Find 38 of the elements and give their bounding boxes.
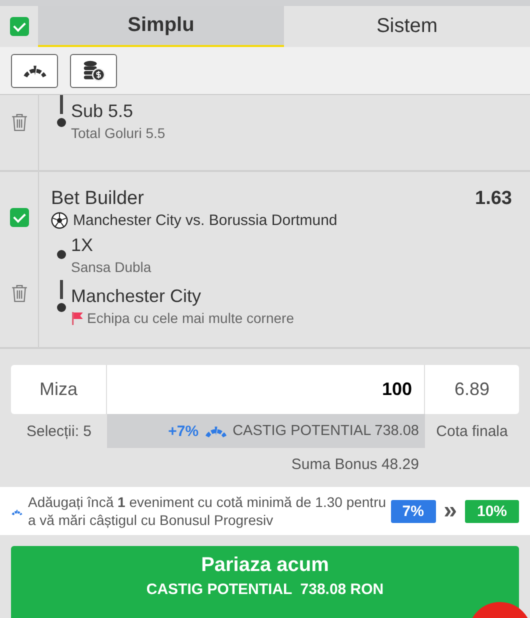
boost-percent: +7% <box>168 422 199 440</box>
potential-win: CASTIG POTENTIAL 738.08 <box>232 423 419 439</box>
selections-count: Selecții: 5 <box>26 422 92 440</box>
gauge-icon <box>22 63 46 78</box>
bet-builder-title: Bet Builder <box>51 188 144 210</box>
next-bonus-badge: 10% <box>465 500 519 522</box>
bonus-amount: Suma Bonus 48.29 <box>291 456 419 473</box>
flag-icon <box>71 310 84 326</box>
market-name: Sansa Dubla <box>71 258 152 277</box>
tab[interactable]: Simplu <box>38 6 284 47</box>
timeline-dot <box>56 303 66 312</box>
bonus-message: Adăugați încă 1 eveniment cu cotă minimă de 1.30 pentru a vă mări câștigul cu Bonusul Progresiv <box>28 493 387 529</box>
selection-title: Manchester City <box>71 285 202 308</box>
trash-icon[interactable] <box>10 284 28 303</box>
select-all-checkbox[interactable] <box>10 17 28 36</box>
match-name: Manchester City vs. Borussia Dortmund <box>73 212 338 229</box>
stake-input[interactable]: 100 <box>107 365 425 414</box>
selection-title: 1X <box>71 234 94 257</box>
final-odds-label: Cota finala <box>436 422 508 440</box>
odds-value: 1.63 <box>475 188 512 210</box>
current-bonus-badge: 7% <box>390 500 436 522</box>
coins-button[interactable] <box>70 54 117 88</box>
selection-checkbox[interactable] <box>10 208 28 228</box>
gauge-button[interactable] <box>11 54 58 88</box>
timeline-dot <box>56 118 66 127</box>
trash-icon[interactable] <box>10 113 28 132</box>
stake-label: Miza <box>11 365 107 414</box>
arrow-glyph: » <box>442 501 458 521</box>
timeline-dot <box>56 250 66 259</box>
coins-icon <box>82 60 106 82</box>
selection-title: Sub 5.5 <box>71 100 134 123</box>
connector-line <box>60 280 62 299</box>
market-name: Echipa cu cele mai multe cornere <box>87 309 294 328</box>
soccer-ball-icon <box>51 212 68 229</box>
gauge-icon <box>204 424 227 438</box>
total-odds: 6.89 <box>425 365 519 414</box>
connector-line <box>60 95 62 114</box>
market-name: Total Goluri 5.5 <box>71 124 166 143</box>
